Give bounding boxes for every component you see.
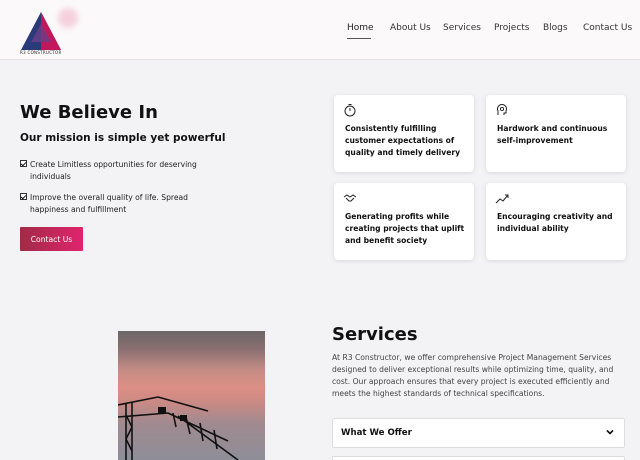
check-item-text: Create Limitless opportunities for deser… xyxy=(30,160,197,181)
nav-contact-us[interactable]: Contact Us xyxy=(583,23,632,33)
stopwatch-icon xyxy=(344,104,356,117)
check-item-text: Improve the overall quality of life. Spr… xyxy=(30,193,188,214)
value-card: Encouraging creativity and individual ab… xyxy=(486,183,626,260)
value-card-text: Consistently fulfilling customer expecta… xyxy=(345,124,461,157)
nav-home[interactable]: Home xyxy=(347,23,374,33)
value-card-text: Generating profits while creating projec… xyxy=(345,212,465,245)
value-card: Generating profits while creating projec… xyxy=(334,183,474,260)
checkbox-icon xyxy=(20,160,27,167)
chevron-down-icon[interactable] xyxy=(606,428,614,436)
value-card-text: Hardwork and continuous self-improvement xyxy=(497,124,608,145)
site-header: R3 CONSTRUCTOR Home About Us Services Pr… xyxy=(0,0,640,60)
head-gear-icon xyxy=(497,104,507,115)
contact-us-button[interactable]: Contact Us xyxy=(20,227,83,251)
checkbox-icon xyxy=(20,193,27,200)
nav-blogs[interactable]: Blogs xyxy=(543,23,568,33)
main-nav: Home About Us Services Projects Blogs Co… xyxy=(0,23,640,39)
value-card: Hardwork and continuous self-improvement xyxy=(486,95,626,172)
nav-about-us[interactable]: About Us xyxy=(390,23,431,33)
nav-projects[interactable]: Projects xyxy=(494,23,529,33)
services-image xyxy=(118,331,265,460)
trend-up-icon xyxy=(495,194,509,204)
believe-title: We Believe In xyxy=(20,102,158,123)
nav-services[interactable]: Services xyxy=(443,23,481,33)
what-we-offer-accordion[interactable]: What We Offer xyxy=(332,418,625,448)
crane-silhouette-icon xyxy=(118,396,239,460)
nav-active-underline xyxy=(347,38,371,39)
logo-text: R3 CONSTRUCTOR xyxy=(20,50,62,55)
value-card-text: Encouraging creativity and individual ab… xyxy=(497,212,613,233)
accordion-label: What We Offer xyxy=(341,428,412,438)
services-title: Services xyxy=(332,324,418,345)
handshake-icon xyxy=(343,194,357,202)
believe-subtitle: Our mission is simple yet powerful xyxy=(20,132,226,144)
accordion-item-next[interactable] xyxy=(332,456,625,460)
services-description: At R3 Constructor, we offer comprehensiv… xyxy=(332,353,614,398)
value-card: Consistently fulfilling customer expecta… xyxy=(334,95,474,172)
